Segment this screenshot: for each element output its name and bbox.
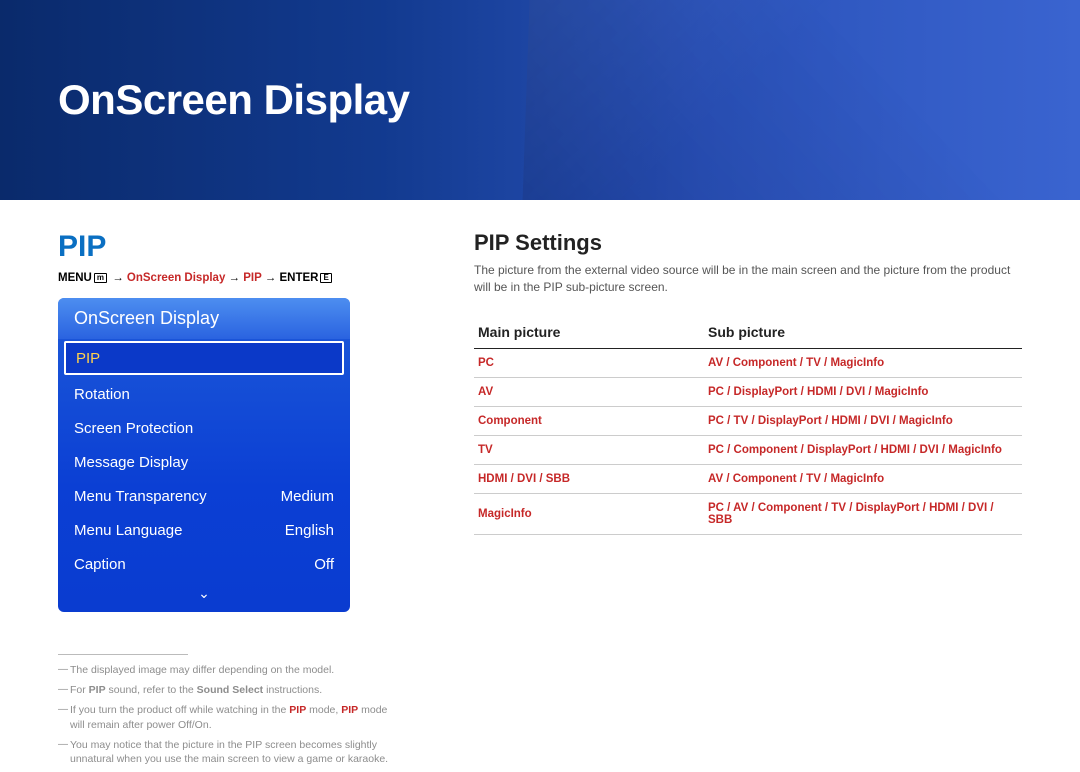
cell-sub: PC / TV / DisplayPort / HDMI / DVI / Mag… (704, 406, 1022, 435)
table-row: MagicInfo PC / AV / Component / TV / Dis… (474, 493, 1022, 534)
chapter-title: OnScreen Display (58, 76, 409, 124)
table-row: PC AV / Component / TV / MagicInfo (474, 348, 1022, 377)
menu-icon: m (94, 273, 107, 283)
footnote-1: The displayed image may differ depending… (58, 663, 398, 677)
bc-arrow-3: → (265, 272, 277, 284)
osd-value: Off (314, 556, 334, 573)
osd-label: Message Display (74, 454, 188, 471)
osd-value: English (285, 522, 334, 539)
pip-compat-table: Main picture Sub picture PC AV / Compone… (474, 318, 1022, 535)
table-row: Component PC / TV / DisplayPort / HDMI /… (474, 406, 1022, 435)
cell-main: MagicInfo (474, 493, 704, 534)
bc-part-1: OnScreen Display (127, 272, 225, 284)
chevron-down-icon: ⌄ (198, 585, 210, 601)
footnote-text: For (70, 684, 89, 696)
footnote-hl: PIP (341, 704, 358, 716)
footnote-4: You may notice that the picture in the P… (58, 738, 398, 766)
cell-sub: AV / Component / TV / MagicInfo (704, 464, 1022, 493)
footnote-hl: PIP (289, 704, 306, 716)
osd-row-message-display[interactable]: Message Display (58, 445, 350, 479)
cell-sub: PC / Component / DisplayPort / HDMI / DV… (704, 435, 1022, 464)
table-row: TV PC / Component / DisplayPort / HDMI /… (474, 435, 1022, 464)
cell-sub: PC / AV / Component / TV / DisplayPort /… (704, 493, 1022, 534)
osd-more-down[interactable]: ⌄ (58, 581, 350, 612)
pip-settings-desc: The picture from the external video sour… (474, 262, 1022, 296)
osd-row-menu-language[interactable]: Menu Language English (58, 513, 350, 547)
osd-label: Caption (74, 556, 126, 573)
footnote-text: instructions. (263, 684, 322, 696)
enter-icon: E (320, 273, 331, 283)
th-sub: Sub picture (704, 318, 1022, 349)
section-title: PIP (58, 230, 418, 264)
footnote-bold: Sound Select (197, 684, 264, 696)
chapter-banner: OnScreen Display (0, 0, 1080, 200)
bc-arrow-1: → (112, 272, 124, 284)
osd-row-pip[interactable]: PIP (64, 341, 344, 375)
osd-row-rotation[interactable]: Rotation (58, 377, 350, 411)
content-area: PIP MENUm → OnScreen Display → PIP → ENT… (0, 200, 1080, 772)
bc-menu: MENU (58, 272, 92, 284)
footnote-text: mode, (306, 704, 341, 716)
cell-main: Component (474, 406, 704, 435)
table-row: AV PC / DisplayPort / HDMI / DVI / Magic… (474, 377, 1022, 406)
osd-label: PIP (76, 350, 100, 367)
osd-row-screen-protection[interactable]: Screen Protection (58, 411, 350, 445)
footnote-3: If you turn the product off while watchi… (58, 703, 398, 731)
cell-sub: PC / DisplayPort / HDMI / DVI / MagicInf… (704, 377, 1022, 406)
footnote-2: For PIP sound, refer to the Sound Select… (58, 683, 398, 697)
osd-title: OnScreen Display (58, 298, 350, 339)
bc-enter: ENTER (279, 272, 318, 284)
bc-part-2: PIP (243, 272, 261, 284)
cell-main: TV (474, 435, 704, 464)
osd-label: Menu Language (74, 522, 182, 539)
footnote-text: If you turn the product off while watchi… (70, 704, 289, 716)
osd-row-menu-transparency[interactable]: Menu Transparency Medium (58, 479, 350, 513)
cell-main: AV (474, 377, 704, 406)
footnote-text: You may notice that the picture in the P… (70, 739, 388, 765)
nav-breadcrumb: MENUm → OnScreen Display → PIP → ENTERE (58, 272, 418, 284)
cell-sub: AV / Component / TV / MagicInfo (704, 348, 1022, 377)
th-main: Main picture (474, 318, 704, 349)
osd-label: Rotation (74, 386, 130, 403)
cell-main: PC (474, 348, 704, 377)
left-column: PIP MENUm → OnScreen Display → PIP → ENT… (58, 230, 418, 772)
osd-label: Screen Protection (74, 420, 193, 437)
osd-menu: OnScreen Display PIP Rotation Screen Pro… (58, 298, 350, 612)
right-column: PIP Settings The picture from the extern… (418, 230, 1022, 772)
footnote-bold: PIP (89, 684, 106, 696)
table-row: HDMI / DVI / SBB AV / Component / TV / M… (474, 464, 1022, 493)
cell-main: HDMI / DVI / SBB (474, 464, 704, 493)
pip-settings-heading: PIP Settings (474, 230, 1022, 256)
osd-value: Medium (281, 488, 334, 505)
footnote-text: sound, refer to the (106, 684, 197, 696)
notes-divider (58, 654, 188, 655)
bc-arrow-2: → (229, 272, 241, 284)
osd-row-caption[interactable]: Caption Off (58, 547, 350, 581)
footnote-text: The displayed image may differ depending… (70, 664, 334, 676)
osd-label: Menu Transparency (74, 488, 207, 505)
